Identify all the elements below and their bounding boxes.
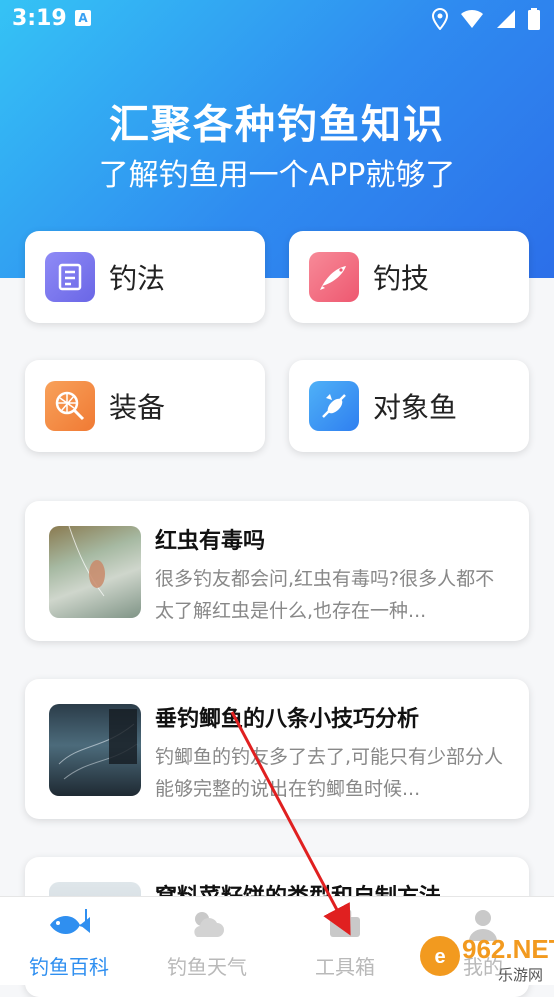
- notification-a-icon: A: [75, 10, 91, 26]
- fishing-method-icon: [45, 252, 95, 302]
- watermark-logo: e 962.NET 乐游网: [418, 930, 554, 984]
- battery-icon: [528, 8, 540, 30]
- fishing-skill-icon: [309, 252, 359, 302]
- article-title: 红虫有毒吗: [155, 529, 266, 554]
- category-label: 对象鱼: [373, 391, 458, 424]
- article-card[interactable]: 垂钓鲫鱼的八条小技巧分析 钓鲫鱼的钓友多了去了,可能只有少部分人能够完整的说出在…: [25, 679, 529, 819]
- status-bar: 3:19 A: [0, 0, 554, 38]
- article-thumbnail: [49, 704, 141, 796]
- location-icon: [432, 8, 448, 30]
- status-icons: [432, 8, 540, 30]
- tab-label: 工具箱: [315, 955, 375, 979]
- article-thumbnail: [49, 526, 141, 618]
- watermark-text: 962.NET: [462, 934, 554, 964]
- category-fishing-skill[interactable]: 钓技: [289, 231, 529, 323]
- article-card[interactable]: 红虫有毒吗 很多钓友都会问,红虫有毒吗?很多人都不太了解红虫是什么,也存在一种.…: [25, 501, 529, 641]
- article-description: 钓鲫鱼的钓友多了去了,可能只有少部分人能够完整的说出在钓鲫鱼时候...: [155, 746, 504, 800]
- weather-icon: [194, 912, 224, 937]
- svg-text:e: e: [434, 946, 445, 968]
- hero-subtitle: 了解钓鱼用一个APP就够了: [98, 158, 456, 193]
- tab-fishing-weather[interactable]: 钓鱼天气: [138, 897, 276, 985]
- category-label: 装备: [109, 391, 166, 424]
- net-equipment-icon: [45, 381, 95, 431]
- category-target-fish[interactable]: 对象鱼: [289, 360, 529, 452]
- article-title: 垂钓鲫鱼的八条小技巧分析: [155, 707, 420, 732]
- tab-label: 钓鱼百科: [29, 955, 109, 979]
- target-fish-icon: [309, 381, 359, 431]
- fish-icon: [50, 909, 90, 934]
- category-equipment[interactable]: 装备: [25, 360, 265, 452]
- tab-fishing-encyclopedia[interactable]: 钓鱼百科: [0, 897, 138, 985]
- watermark-subtext: 乐游网: [498, 966, 543, 984]
- hero-title: 汇聚各种钓鱼知识: [109, 102, 445, 148]
- category-label: 钓法: [109, 262, 166, 295]
- article-description: 很多钓友都会问,红虫有毒吗?很多人都不太了解红虫是什么,也存在一种...: [155, 568, 495, 622]
- toolbox-icon: [330, 909, 360, 937]
- category-label: 钓技: [373, 262, 430, 295]
- tab-toolbox[interactable]: 工具箱: [276, 897, 414, 985]
- wifi-icon: [461, 9, 483, 28]
- category-fishing-method[interactable]: 钓法: [25, 231, 265, 323]
- status-time: 3:19: [12, 6, 67, 31]
- signal-icon: [497, 10, 515, 28]
- tab-label: 钓鱼天气: [167, 955, 247, 979]
